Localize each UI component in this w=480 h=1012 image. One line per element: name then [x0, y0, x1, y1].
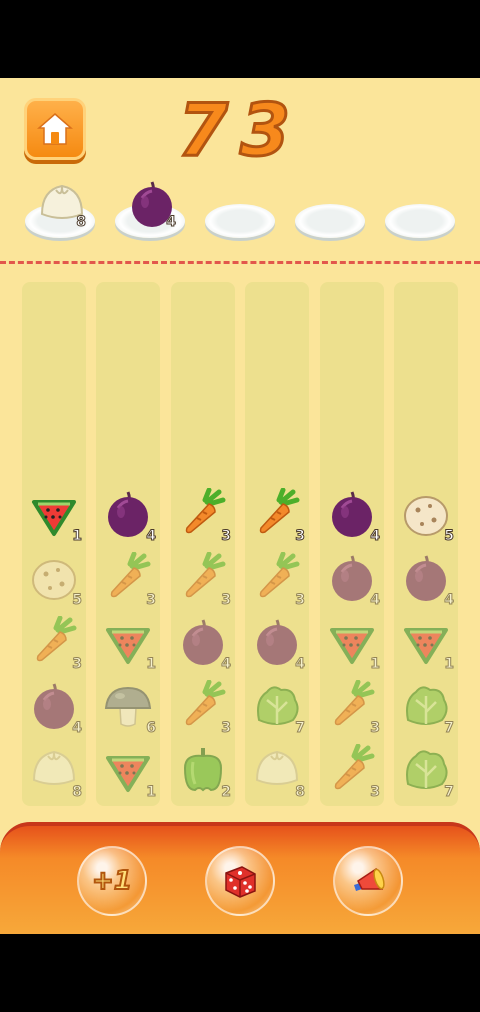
- item-count: 4: [295, 656, 306, 673]
- onion-icon[interactable]: 4: [102, 488, 156, 545]
- dice-icon: [225, 866, 256, 898]
- carrot-icon: 3: [177, 679, 231, 737]
- food-column-4[interactable]: 3 3 4 7 8: [245, 282, 309, 806]
- carrot-icon: 3: [326, 679, 380, 737]
- home-button[interactable]: [24, 98, 86, 160]
- plate-2: 4: [115, 181, 185, 238]
- food-column-3[interactable]: 3 3 4 3 2: [171, 282, 235, 806]
- item-count: 4: [221, 656, 232, 673]
- horn-icon: [354, 867, 385, 891]
- item-count: 6: [146, 720, 157, 737]
- game-board: 73 84 153484316133432334784413354177 +1: [0, 78, 480, 934]
- plate-1: 8: [25, 184, 95, 238]
- onion-icon: 4: [400, 552, 454, 609]
- item-count: 7: [444, 784, 455, 801]
- powerup-bar: +1: [0, 822, 480, 934]
- food-column-1[interactable]: 1 5 3 4 8: [22, 282, 86, 806]
- food-column-5[interactable]: 4 4 1 3 3: [320, 282, 384, 806]
- plate-4: [295, 204, 365, 238]
- onion-icon: 4: [326, 552, 380, 609]
- plate-5: [385, 204, 455, 238]
- item-count: 4: [370, 592, 381, 609]
- onion-icon: 4: [251, 616, 305, 673]
- carrot-icon[interactable]: 3: [177, 487, 231, 545]
- watermelon-icon: 1: [326, 616, 380, 673]
- carrot-icon: 3: [177, 551, 231, 609]
- carrot-icon: 3: [28, 615, 82, 673]
- watermelon-icon: 1: [102, 744, 156, 801]
- home-icon: [37, 113, 73, 145]
- item-count: 3: [370, 720, 381, 737]
- item-count: 3: [295, 592, 306, 609]
- item-count: 7: [444, 720, 455, 737]
- carrot-icon: 3: [102, 551, 156, 609]
- lettuce-icon: 7: [400, 744, 454, 801]
- plate-3: [205, 204, 275, 238]
- item-count: 1: [146, 784, 157, 801]
- watermelon-icon[interactable]: 1: [28, 488, 82, 545]
- item-count: 8: [76, 214, 87, 231]
- food-column-6[interactable]: 5 4 1 7 7: [394, 282, 458, 806]
- carrot-icon: 3: [326, 743, 380, 801]
- lettuce-icon: 7: [251, 680, 305, 737]
- item-count: 4: [370, 528, 381, 545]
- dashed-limit-line: [0, 261, 480, 264]
- nav-bar-area: [0, 934, 480, 1012]
- item-count: 3: [295, 528, 306, 545]
- item-count: 8: [72, 784, 83, 801]
- carrot-icon[interactable]: 3: [251, 487, 305, 545]
- dumpling-icon: 8: [28, 744, 82, 801]
- potato-icon[interactable]: 5: [400, 488, 454, 545]
- item-count: 3: [72, 656, 83, 673]
- item-count: 3: [370, 784, 381, 801]
- mushroom-icon: 6: [102, 680, 156, 737]
- item-count: 8: [295, 784, 306, 801]
- item-count: 1: [72, 528, 83, 545]
- pepper-icon: 2: [177, 744, 231, 801]
- item-count: 4: [444, 592, 455, 609]
- score-counter: 73: [176, 87, 303, 174]
- plus-one-label: +1: [91, 865, 133, 897]
- plate-tray: 84: [0, 178, 480, 248]
- item-count: 4: [146, 528, 157, 545]
- item-count: 4: [166, 214, 177, 231]
- onion-icon: 4: [126, 178, 176, 231]
- item-count: 4: [72, 720, 83, 737]
- dumpling-icon: 8: [251, 744, 305, 801]
- watermelon-icon: 1: [102, 616, 156, 673]
- item-count: 3: [221, 592, 232, 609]
- item-count: 5: [444, 528, 455, 545]
- dumpling-icon: 8: [36, 178, 86, 231]
- plus-one-button[interactable]: +1: [77, 846, 147, 916]
- item-count: 3: [221, 720, 232, 737]
- onion-icon: 4: [177, 616, 231, 673]
- onion-icon[interactable]: 4: [326, 488, 380, 545]
- potato-icon: 5: [28, 552, 82, 609]
- item-count: 2: [221, 784, 232, 801]
- lettuce-icon: 7: [400, 680, 454, 737]
- item-count: 7: [295, 720, 306, 737]
- watermelon-icon: 1: [400, 616, 454, 673]
- item-count: 5: [72, 592, 83, 609]
- food-column-2[interactable]: 4 3 1 6 1: [96, 282, 160, 806]
- dice-button[interactable]: [205, 846, 275, 916]
- item-count: 1: [444, 656, 455, 673]
- onion-icon: 4: [28, 680, 82, 737]
- item-count: 1: [146, 656, 157, 673]
- item-count: 1: [370, 656, 381, 673]
- item-count: 3: [146, 592, 157, 609]
- item-count: 3: [221, 528, 232, 545]
- carrot-icon: 3: [251, 551, 305, 609]
- status-bar-area: [0, 0, 480, 78]
- horn-button[interactable]: [333, 846, 403, 916]
